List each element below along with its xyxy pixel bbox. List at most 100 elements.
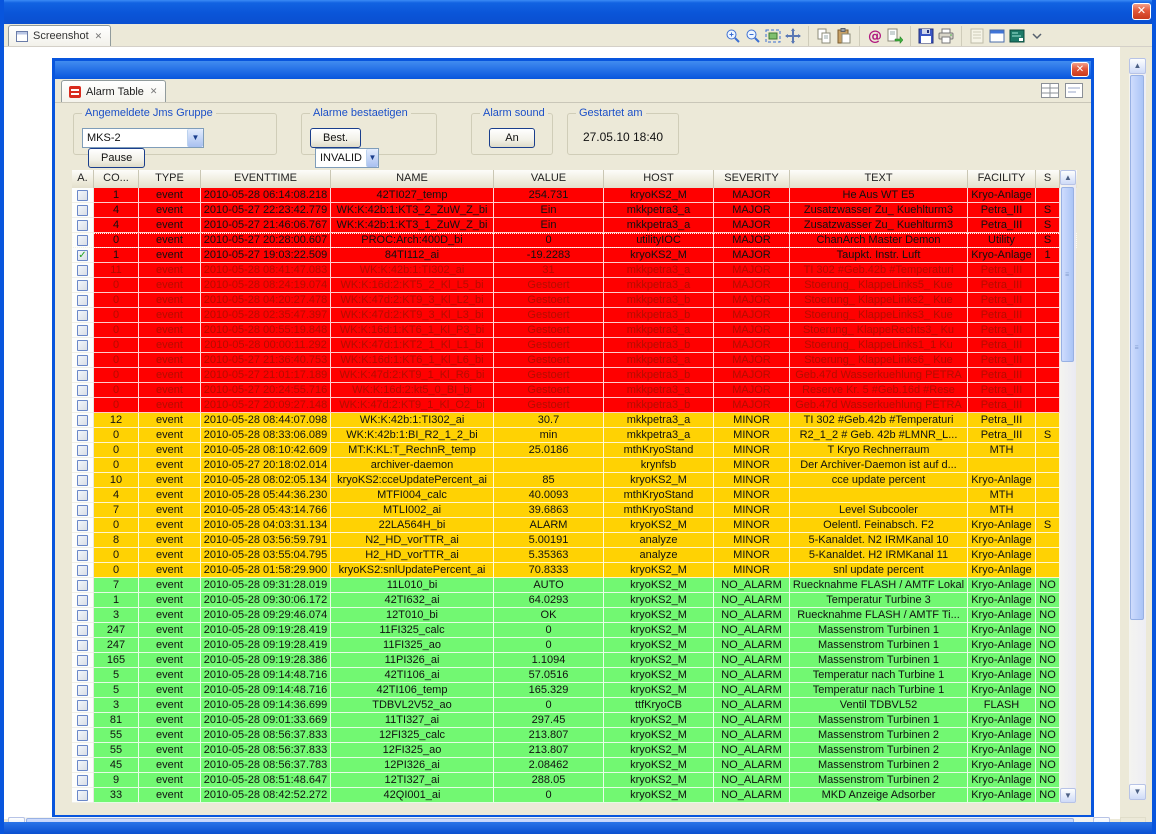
ack-checkbox[interactable]: [77, 190, 88, 201]
alarm-row[interactable]: 0event2010-05-28 00:00:11.292WK:K:47d:1:…: [72, 338, 1077, 353]
ack-checkbox[interactable]: [77, 535, 88, 546]
alarm-row[interactable]: 0event2010-05-28 08:33:06.089WK:K:42b:1:…: [72, 428, 1077, 443]
ack-checkbox[interactable]: [77, 490, 88, 501]
ack-checkbox[interactable]: [77, 385, 88, 396]
tab-screenshot-close-icon[interactable]: ✕: [94, 31, 104, 42]
save-icon[interactable]: [916, 27, 936, 45]
ack-checkbox[interactable]: [77, 445, 88, 456]
column-header-s[interactable]: S: [1036, 170, 1060, 188]
column-header-severity[interactable]: SEVERITY: [714, 170, 790, 188]
email-icon[interactable]: @: [865, 27, 885, 45]
ack-checkbox[interactable]: [77, 550, 88, 561]
outer-vertical-thumb[interactable]: ≡: [1130, 75, 1144, 620]
paste-icon[interactable]: [834, 27, 854, 45]
alarm-row[interactable]: 0event2010-05-28 00:55:19.848WK:K:16d:1:…: [72, 323, 1077, 338]
tab-screenshot[interactable]: Screenshot ✕: [8, 25, 111, 46]
table-view-icon[interactable]: [1041, 83, 1059, 98]
column-header-ack[interactable]: A.: [72, 170, 94, 188]
ack-checkbox[interactable]: [77, 715, 88, 726]
ack-checkbox[interactable]: [77, 400, 88, 411]
alarm-row[interactable]: 0event2010-05-28 04:03:31.13422LA564H_bi…: [72, 518, 1077, 533]
jms-combo-arrow-icon[interactable]: ▼: [187, 129, 203, 147]
ack-checkbox[interactable]: [77, 340, 88, 351]
zoom-out-icon[interactable]: [743, 27, 763, 45]
ack-checkbox[interactable]: [77, 475, 88, 486]
export-icon[interactable]: [885, 27, 905, 45]
column-header-eventtime[interactable]: EVENTTIME: [201, 170, 331, 188]
outer-scroll-down-icon[interactable]: ▼: [1129, 784, 1146, 800]
ack-checkbox[interactable]: [77, 565, 88, 576]
alarm-row[interactable]: 5event2010-05-28 09:14:48.71642TI106_ai5…: [72, 668, 1077, 683]
ack-checkbox[interactable]: [77, 430, 88, 441]
column-header-host[interactable]: HOST: [604, 170, 714, 188]
print-icon[interactable]: [936, 27, 956, 45]
alarm-row[interactable]: 165event2010-05-28 09:19:28.38611PI326_a…: [72, 653, 1077, 668]
alarm-row[interactable]: 4event2010-05-27 22:23:42.779WK:K:42b:1:…: [72, 203, 1077, 218]
severity-combo-arrow-icon[interactable]: ▼: [366, 149, 378, 167]
column-header-name[interactable]: NAME: [331, 170, 494, 188]
alarm-row[interactable]: 0event2010-05-27 20:09:27.148WK:K:47d:2:…: [72, 398, 1077, 413]
alarm-row[interactable]: 12event2010-05-28 08:44:07.098WK:K:42b:1…: [72, 413, 1077, 428]
ack-checkbox[interactable]: [77, 370, 88, 381]
column-header-value[interactable]: VALUE: [494, 170, 604, 188]
alarm-row[interactable]: 0event2010-05-27 20:18:02.014archiver-da…: [72, 458, 1077, 473]
ack-checkbox[interactable]: [77, 205, 88, 216]
alarm-row[interactable]: 1event2010-05-28 06:14:08.21842TI027_tem…: [72, 188, 1077, 203]
alarm-row[interactable]: 45event2010-05-28 08:56:37.78312PI326_ai…: [72, 758, 1077, 773]
alarm-row[interactable]: 0event2010-05-28 02:35:47.397WK:K:47d:2:…: [72, 308, 1077, 323]
ack-checkbox[interactable]: [77, 325, 88, 336]
acknowledge-button[interactable]: Best.: [310, 128, 361, 148]
table-scroll-up-icon[interactable]: ▲: [1060, 170, 1076, 185]
alarm-row[interactable]: 0event2010-05-27 21:36:40.753WK:K:16d:1:…: [72, 353, 1077, 368]
view-close-button[interactable]: ✕: [1071, 62, 1089, 77]
alarm-row[interactable]: 55event2010-05-28 08:56:37.83312FI325_ao…: [72, 743, 1077, 758]
ack-checkbox[interactable]: [77, 790, 88, 801]
copy-icon[interactable]: [814, 27, 834, 45]
alarm-row[interactable]: 5event2010-05-28 09:14:48.71642TI106_tem…: [72, 683, 1077, 698]
ack-checkbox[interactable]: [77, 460, 88, 471]
table-scrollbar[interactable]: ▲ ≡ ▼: [1060, 170, 1076, 803]
ack-checkbox[interactable]: [77, 265, 88, 276]
ack-checkbox[interactable]: [77, 655, 88, 666]
alarm-row[interactable]: 81event2010-05-28 09:01:33.66911TI327_ai…: [72, 713, 1077, 728]
alarm-row[interactable]: 3event2010-05-28 09:14:36.699TDBVL2V52_a…: [72, 698, 1077, 713]
zoom-in-icon[interactable]: [723, 27, 743, 45]
alarm-row[interactable]: 0event2010-05-27 21:01:17.189WK:K:47d:2:…: [72, 368, 1077, 383]
alarm-row[interactable]: 247event2010-05-28 09:19:28.41911FI325_a…: [72, 638, 1077, 653]
alarm-row[interactable]: 3event2010-05-28 09:29:46.07412T010_biOK…: [72, 608, 1077, 623]
ack-checkbox[interactable]: [77, 520, 88, 531]
alarm-row[interactable]: 247event2010-05-28 09:19:28.41911FI325_c…: [72, 623, 1077, 638]
alarm-row[interactable]: 7event2010-05-28 09:31:28.01911L010_biAU…: [72, 578, 1077, 593]
ack-checkbox[interactable]: [77, 280, 88, 291]
ack-checkbox[interactable]: [77, 760, 88, 771]
alarm-row[interactable]: 0event2010-05-28 01:58:29.900kryoKS2:snl…: [72, 563, 1077, 578]
ack-checkbox[interactable]: [77, 235, 88, 246]
alarm-row[interactable]: 55event2010-05-28 08:56:37.83312FI325_ca…: [72, 728, 1077, 743]
pan-icon[interactable]: [783, 27, 803, 45]
ack-checkbox[interactable]: [77, 355, 88, 366]
ack-checkbox[interactable]: [77, 700, 88, 711]
view-titlebar[interactable]: ✕: [55, 61, 1091, 79]
tab-alarm-table-close-icon[interactable]: ✕: [149, 86, 159, 97]
ack-checkbox[interactable]: [77, 685, 88, 696]
ack-checkbox[interactable]: [77, 220, 88, 231]
tab-alarm-table[interactable]: Alarm Table ✕: [61, 80, 166, 102]
ack-checkbox[interactable]: [77, 745, 88, 756]
window-close-button[interactable]: ✕: [1132, 3, 1151, 20]
alarm-row[interactable]: ✓1event2010-05-27 19:03:22.50984TI112_ai…: [72, 248, 1077, 263]
fit-image-icon[interactable]: [763, 27, 783, 45]
jms-group-combo[interactable]: MKS-2 ▼: [82, 128, 204, 148]
column-header-facility[interactable]: FACILITY: [968, 170, 1036, 188]
alarm-row[interactable]: 8event2010-05-28 03:56:59.791N2_HD_vorTT…: [72, 533, 1077, 548]
column-header-count[interactable]: CO...: [94, 170, 139, 188]
alarm-row[interactable]: 4event2010-05-27 21:46:06.767WK:K:42b:1:…: [72, 218, 1077, 233]
console-icon[interactable]: [1007, 27, 1027, 45]
pause-button[interactable]: Pause: [88, 148, 145, 168]
alarm-row[interactable]: 33event2010-05-28 08:42:52.27242QI001_ai…: [72, 788, 1077, 803]
alarm-row[interactable]: 11event2010-05-28 08:41:47.083WK:K:42b:1…: [72, 263, 1077, 278]
ack-checkbox[interactable]: [77, 595, 88, 606]
alarm-row[interactable]: 0event2010-05-28 03:55:04.795H2_HD_vorTT…: [72, 548, 1077, 563]
outer-scroll-up-icon[interactable]: ▲: [1129, 58, 1146, 74]
table-scroll-down-icon[interactable]: ▼: [1060, 788, 1076, 803]
column-header-text[interactable]: TEXT: [790, 170, 968, 188]
